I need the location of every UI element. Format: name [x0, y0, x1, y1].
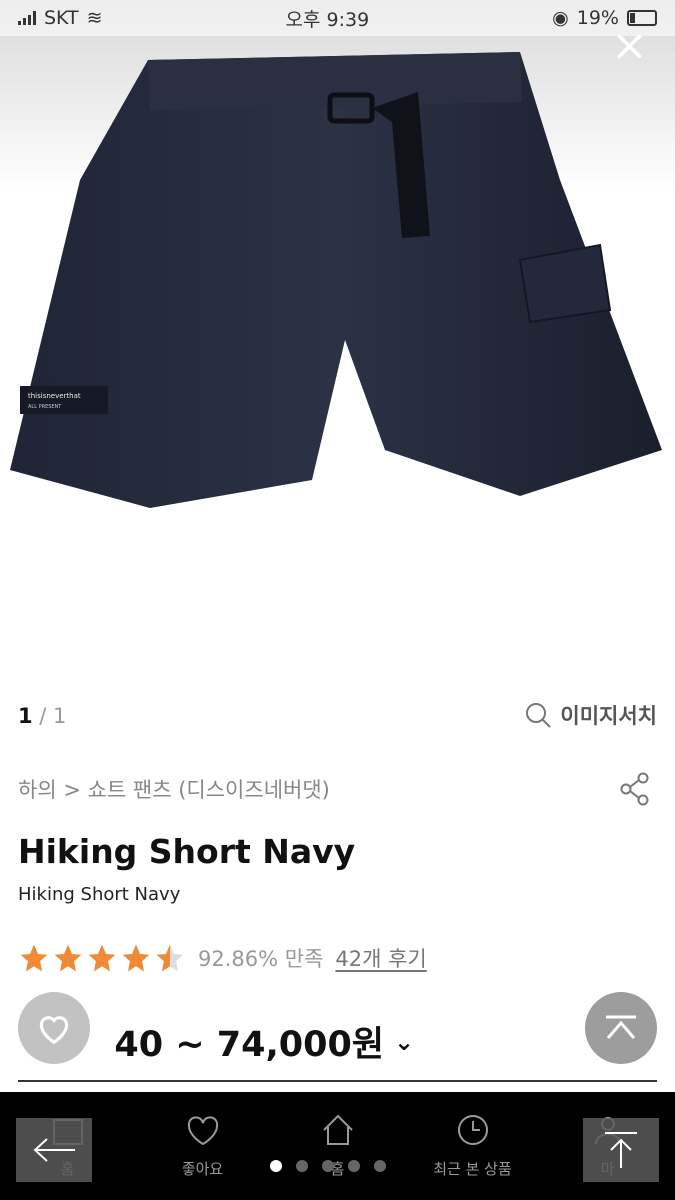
clock-icon: [457, 1115, 488, 1145]
status-bar: SKT ≋ 오후 9:39 ◉ 19%: [0, 0, 675, 36]
product-image-shorts: thisisneverthat ALL PRESENT: [10, 52, 662, 508]
rating-row: 92.86% 만족 42개 후기: [18, 942, 427, 974]
svg-text:ALL PRESENT: ALL PRESENT: [28, 404, 62, 410]
star-rating: [18, 942, 186, 974]
nav-recent[interactable]: 최근 본 상품: [418, 1110, 528, 1179]
image-search-label: 이미지서치: [560, 704, 657, 728]
divider: [18, 1080, 657, 1082]
star-icon: [122, 944, 150, 972]
star-icon: [54, 944, 82, 972]
reviews-link[interactable]: 42개 후기: [335, 943, 426, 973]
scroll-top-button[interactable]: [585, 992, 657, 1064]
lock-icon: ◉: [552, 7, 569, 29]
satisfaction-rate: 92.86% 만족: [198, 947, 324, 971]
pager-current: 1: [18, 704, 33, 728]
nav-likes-label: 좋아요: [181, 1160, 224, 1178]
star-icon: [88, 944, 116, 972]
chevron-down-icon: ⌄: [394, 1027, 415, 1056]
page-dot: [270, 1160, 282, 1172]
house-icon: [322, 1114, 353, 1145]
page-dot: [296, 1160, 308, 1172]
heart-icon: [187, 1116, 218, 1146]
back-button[interactable]: [16, 1118, 92, 1182]
bottom-navigation: 홈 좋아요 홈 최근 본 상품 마: [0, 1092, 675, 1200]
image-pager: 1 / 1: [18, 704, 66, 728]
page-dot: [322, 1160, 334, 1172]
like-floating-button[interactable]: [18, 992, 90, 1064]
carrier: SKT: [44, 7, 79, 29]
search-icon: [526, 703, 552, 728]
product-image-area: thisisneverthat ALL PRESENT: [0, 0, 675, 680]
page-top-button[interactable]: [583, 1118, 659, 1182]
price-range: 40 ~ 74,000원: [114, 1025, 385, 1065]
close-icon[interactable]: ×: [611, 24, 648, 68]
image-search-button[interactable]: 이미지서치: [524, 700, 657, 730]
page-indicator: [270, 1160, 386, 1172]
pager-total: / 1: [32, 704, 67, 728]
breadcrumb[interactable]: 하의 > 쇼트 팬츠 (디스이즈네버댓): [18, 774, 330, 804]
svg-text:thisisneverthat: thisisneverthat: [28, 392, 81, 400]
product-subtitle: Hiking Short Navy: [18, 884, 181, 905]
arrow-left-icon: [33, 1138, 75, 1162]
page-dot: [374, 1160, 386, 1172]
share-icon[interactable]: [619, 772, 651, 806]
product-title: Hiking Short Navy: [18, 832, 356, 871]
nav-recent-label: 최근 본 상품: [433, 1160, 512, 1178]
nav-likes[interactable]: 좋아요: [148, 1110, 258, 1179]
heart-icon: [39, 1016, 69, 1045]
half-star-icon: [156, 944, 184, 972]
arrow-up-icon: [606, 1015, 636, 1039]
signal-icon: [18, 11, 36, 25]
time: 오후 9:39: [285, 8, 370, 31]
star-icon: [20, 944, 48, 972]
arrow-up-icon: [605, 1132, 637, 1168]
page-dot: [348, 1160, 360, 1172]
wifi-icon: ≋: [86, 7, 103, 29]
